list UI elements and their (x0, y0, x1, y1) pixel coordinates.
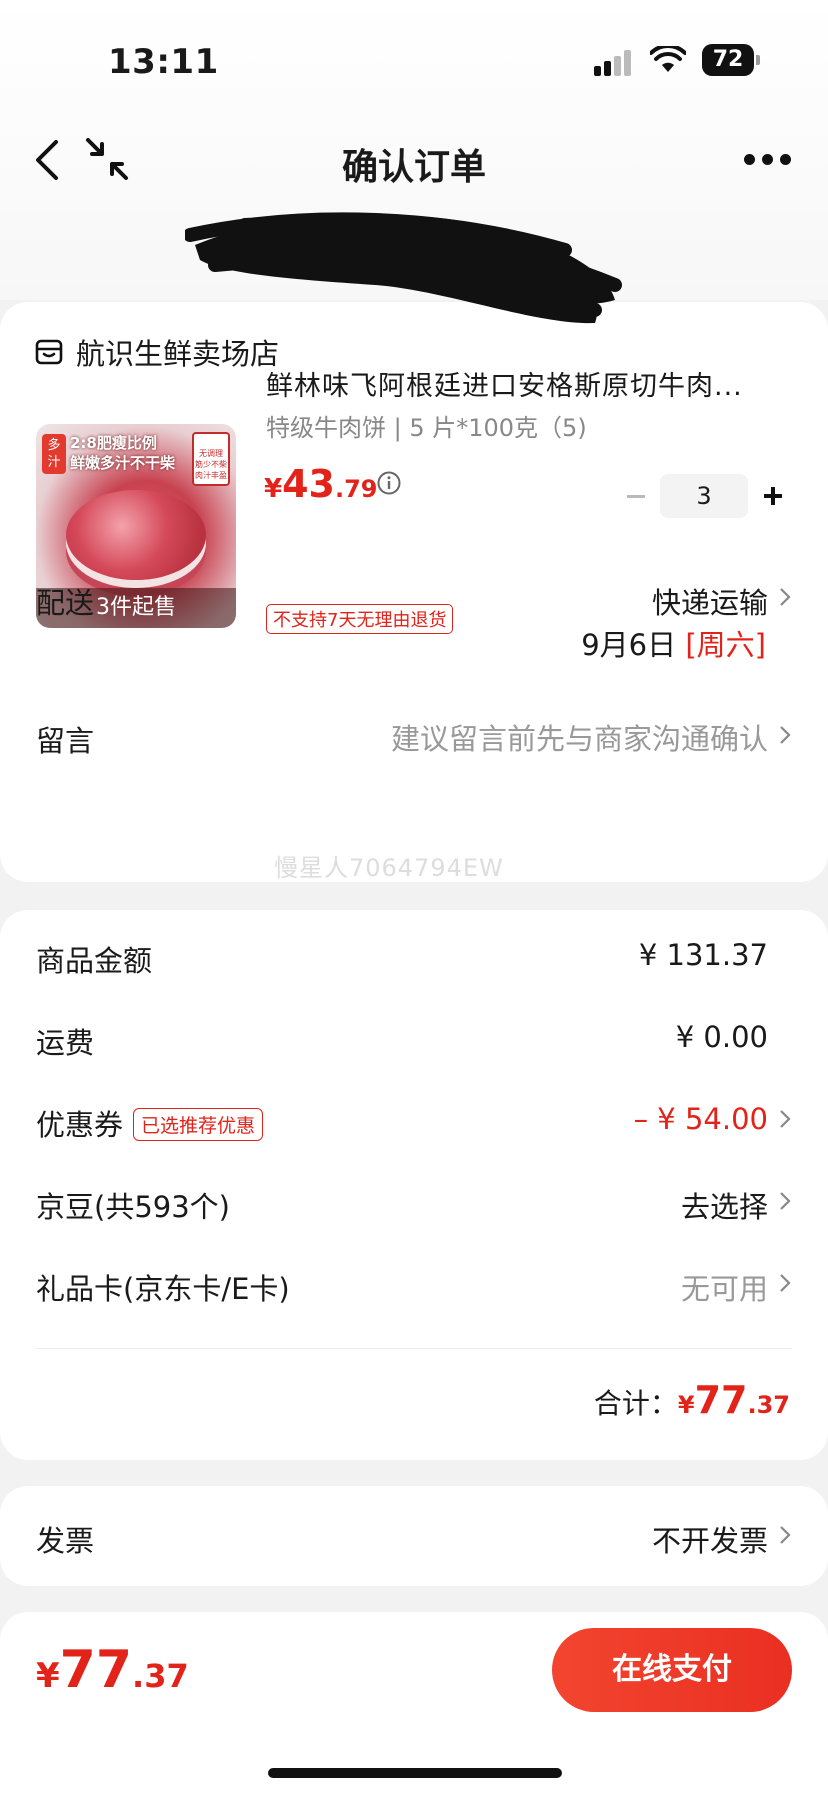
image-caption-1: 2:8肥瘦比例 (70, 434, 157, 452)
product-spec[interactable]: 特级牛肉饼 | 5 片*100克（5) (266, 408, 587, 443)
quantity-stepper: 3 (620, 474, 788, 518)
delivery-date[interactable]: 9月6日 [周六] (581, 622, 766, 664)
price-integer: 43 (282, 462, 335, 506)
cellular-signal-icon (594, 50, 634, 76)
total-symbol: ¥ (36, 1656, 60, 1696)
delivery-label: 配送 (36, 586, 95, 620)
watermark: 慢星人7064794EW (274, 854, 504, 882)
battery-icon: 72 (702, 44, 760, 76)
subtotal-label: 合计： (593, 1387, 678, 1420)
message-input[interactable]: 建议留言前先与商家沟通确认 (391, 716, 768, 758)
chevron-right-icon[interactable] (778, 724, 792, 746)
info-icon[interactable] (376, 470, 402, 496)
home-indicator[interactable] (268, 1768, 562, 1778)
gift-card-label: 礼品卡(京东卡/E卡) (36, 1272, 290, 1306)
subtotal: 合计：¥77.37 (594, 1378, 790, 1422)
coupon-row: 优惠券 已选推荐优惠 (36, 1102, 264, 1144)
total-decimal: .37 (132, 1657, 189, 1695)
subtotal-decimal: .37 (747, 1391, 790, 1419)
order-card: 航识生鲜卖场店 多汁 2:8肥瘦比例 鲜嫩多汁不干柴 无调理 筋少不柴 肉汁丰盈… (0, 302, 828, 882)
product-price: ¥43.79 (264, 462, 378, 506)
jd-beans-label: 京豆(共593个) (36, 1190, 230, 1224)
wifi-icon (650, 46, 686, 72)
status-time: 13:11 (108, 42, 219, 82)
image-badge: 无调理 筋少不柴 肉汁丰盈 (192, 432, 230, 486)
chevron-right-icon[interactable] (778, 586, 792, 608)
coupon-value[interactable]: – ¥ 54.00 (634, 1102, 768, 1136)
store-icon (35, 339, 63, 365)
goods-amount-label: 商品金额 (36, 944, 153, 978)
subtotal-symbol: ¥ (677, 1391, 695, 1419)
message-label: 留言 (36, 724, 95, 758)
chevron-right-icon[interactable] (778, 1108, 792, 1130)
delivery-date-text: 9月6日 (581, 628, 677, 662)
price-summary-card: 商品金额 ¥ 131.37 运费 ¥ 0.00 优惠券 已选推荐优惠 – ¥ 54… (0, 910, 828, 1460)
delivery-method[interactable]: 快递运输 (652, 580, 768, 622)
divider (36, 1348, 792, 1349)
chevron-right-icon[interactable] (778, 1190, 792, 1212)
more-options-icon[interactable] (744, 154, 792, 166)
coupon-label: 优惠券 (36, 1108, 124, 1142)
checkout-bar: ¥77.37 在线支付 (0, 1612, 828, 1796)
chevron-right-icon[interactable] (778, 1272, 792, 1294)
goods-amount-value: ¥ 131.37 (638, 938, 768, 972)
price-symbol: ¥ (264, 474, 283, 504)
total-integer: 77 (59, 1640, 133, 1700)
product-title[interactable]: 鲜林味飞阿根廷进口安格斯原切牛肉... (266, 364, 796, 403)
invoice-label: 发票 (36, 1524, 95, 1558)
shipping-value: ¥ 0.00 (675, 1020, 768, 1054)
navigation-bar: 确认订单 (0, 120, 828, 200)
subtotal-amount: ¥77.37 (677, 1378, 790, 1422)
quantity-input[interactable]: 3 (660, 474, 748, 518)
status-bar: 13:11 72 (0, 38, 828, 88)
subtotal-integer: 77 (694, 1378, 748, 1422)
pay-online-button[interactable]: 在线支付 (552, 1628, 792, 1712)
beef-patty-illustration (66, 490, 206, 580)
image-caption-2: 鲜嫩多汁不干柴 (70, 454, 176, 472)
decrease-quantity-button[interactable] (620, 481, 650, 511)
invoice-card[interactable]: 发票 不开发票 (0, 1486, 828, 1586)
coupon-recommended-tag: 已选推荐优惠 (133, 1107, 264, 1141)
increase-quantity-button[interactable] (758, 481, 788, 511)
redaction-scribble (185, 212, 622, 324)
shipping-label: 运费 (36, 1026, 95, 1060)
jd-beans-value[interactable]: 去选择 (681, 1184, 768, 1226)
no-return-badge: 不支持7天无理由退货 (266, 604, 454, 634)
image-tag: 多汁 (42, 434, 66, 474)
invoice-value[interactable]: 不开发票 (652, 1518, 768, 1560)
gift-card-value[interactable]: 无可用 (681, 1266, 768, 1308)
delivery-weekday: [周六] (685, 628, 766, 662)
price-decimal: .79 (334, 475, 378, 503)
page-title: 确认订单 (341, 147, 486, 188)
order-total: ¥77.37 (36, 1640, 189, 1700)
chevron-right-icon[interactable] (778, 1524, 792, 1546)
